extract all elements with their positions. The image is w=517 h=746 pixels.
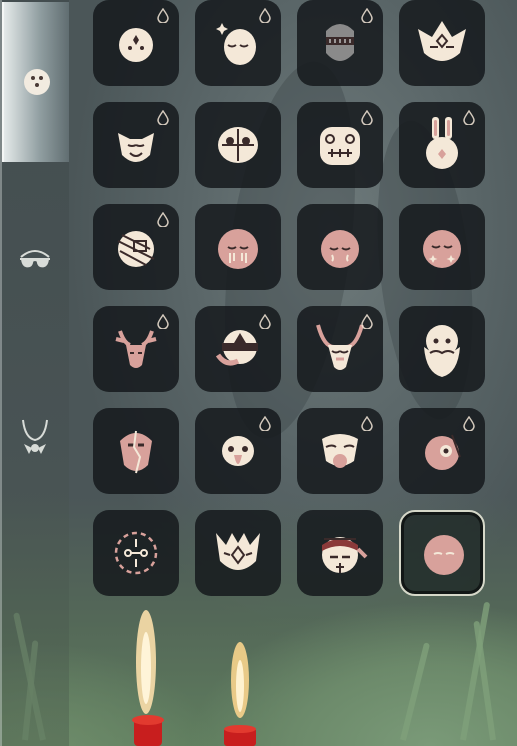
outfit-slot[interactable] xyxy=(195,306,281,392)
outfit-slot[interactable] xyxy=(93,204,179,290)
outfit-slot[interactable] xyxy=(93,510,179,596)
outfit-slot[interactable] xyxy=(399,102,485,188)
glasses-icon xyxy=(19,250,50,268)
outfit-slot[interactable] xyxy=(195,0,281,86)
candle-drop-icon xyxy=(463,416,475,431)
candle-drop-icon xyxy=(361,8,373,23)
candle-drop-icon xyxy=(463,110,475,125)
dashed-circle-mask-icon xyxy=(114,531,158,575)
outfit-slot[interactable] xyxy=(399,306,485,392)
outfit-slot-selected[interactable] xyxy=(399,510,485,596)
candle-drop-icon xyxy=(259,8,271,23)
outfit-slot[interactable] xyxy=(399,408,485,494)
outfit-slot[interactable] xyxy=(195,408,281,494)
star-cheek-mask-icon xyxy=(423,230,461,268)
candle-drop-icon xyxy=(361,416,373,431)
outfit-slot[interactable] xyxy=(297,0,383,86)
closed-eyes-mask-icon xyxy=(321,230,359,268)
necklace-tab[interactable] xyxy=(2,358,67,518)
outfit-slot[interactable] xyxy=(297,102,383,188)
outfit-slot[interactable] xyxy=(195,102,281,188)
bone-skull-mask-icon xyxy=(218,127,258,163)
candle-drop-icon xyxy=(361,110,373,125)
category-sidebar xyxy=(0,0,69,746)
candle-drop-icon xyxy=(157,314,169,329)
candle-drop-icon xyxy=(259,314,271,329)
candle-drop-icon xyxy=(259,416,271,431)
mask-icon xyxy=(23,69,50,95)
headband-mask-icon xyxy=(322,537,368,573)
outfit-slot[interactable] xyxy=(93,408,179,494)
glasses-tab[interactable] xyxy=(2,182,67,342)
outfit-slot[interactable] xyxy=(195,204,281,290)
outfit-slot[interactable] xyxy=(297,204,383,290)
wolf-mask-icon xyxy=(216,533,260,570)
painted-tears-mask-icon xyxy=(218,229,258,269)
candle-drop-icon xyxy=(157,110,169,125)
candle-drop-icon xyxy=(157,212,169,227)
outfit-slot[interactable] xyxy=(297,510,383,596)
sidebar-edge xyxy=(0,0,2,746)
outfit-slot[interactable] xyxy=(399,204,485,290)
outfit-slot[interactable] xyxy=(297,306,383,392)
outfit-slot[interactable] xyxy=(93,306,179,392)
outfit-slot[interactable] xyxy=(399,0,485,86)
outfit-slot[interactable] xyxy=(93,102,179,188)
candle-right xyxy=(224,642,256,746)
crowned-fox-mask-icon xyxy=(418,21,466,61)
outfit-slot[interactable] xyxy=(195,510,281,596)
candle-drop-icon xyxy=(157,8,169,23)
masks-tab[interactable] xyxy=(2,2,69,162)
candle-left xyxy=(132,610,164,746)
outfit-slot[interactable] xyxy=(93,0,179,86)
bearded-elder-mask-icon xyxy=(424,325,460,377)
necklace-icon xyxy=(21,419,48,454)
candle-drop-icon xyxy=(361,314,373,329)
cracked-mask-icon xyxy=(120,430,152,474)
pink-calm-mask-icon xyxy=(424,535,464,575)
outfit-slot[interactable] xyxy=(297,408,383,494)
